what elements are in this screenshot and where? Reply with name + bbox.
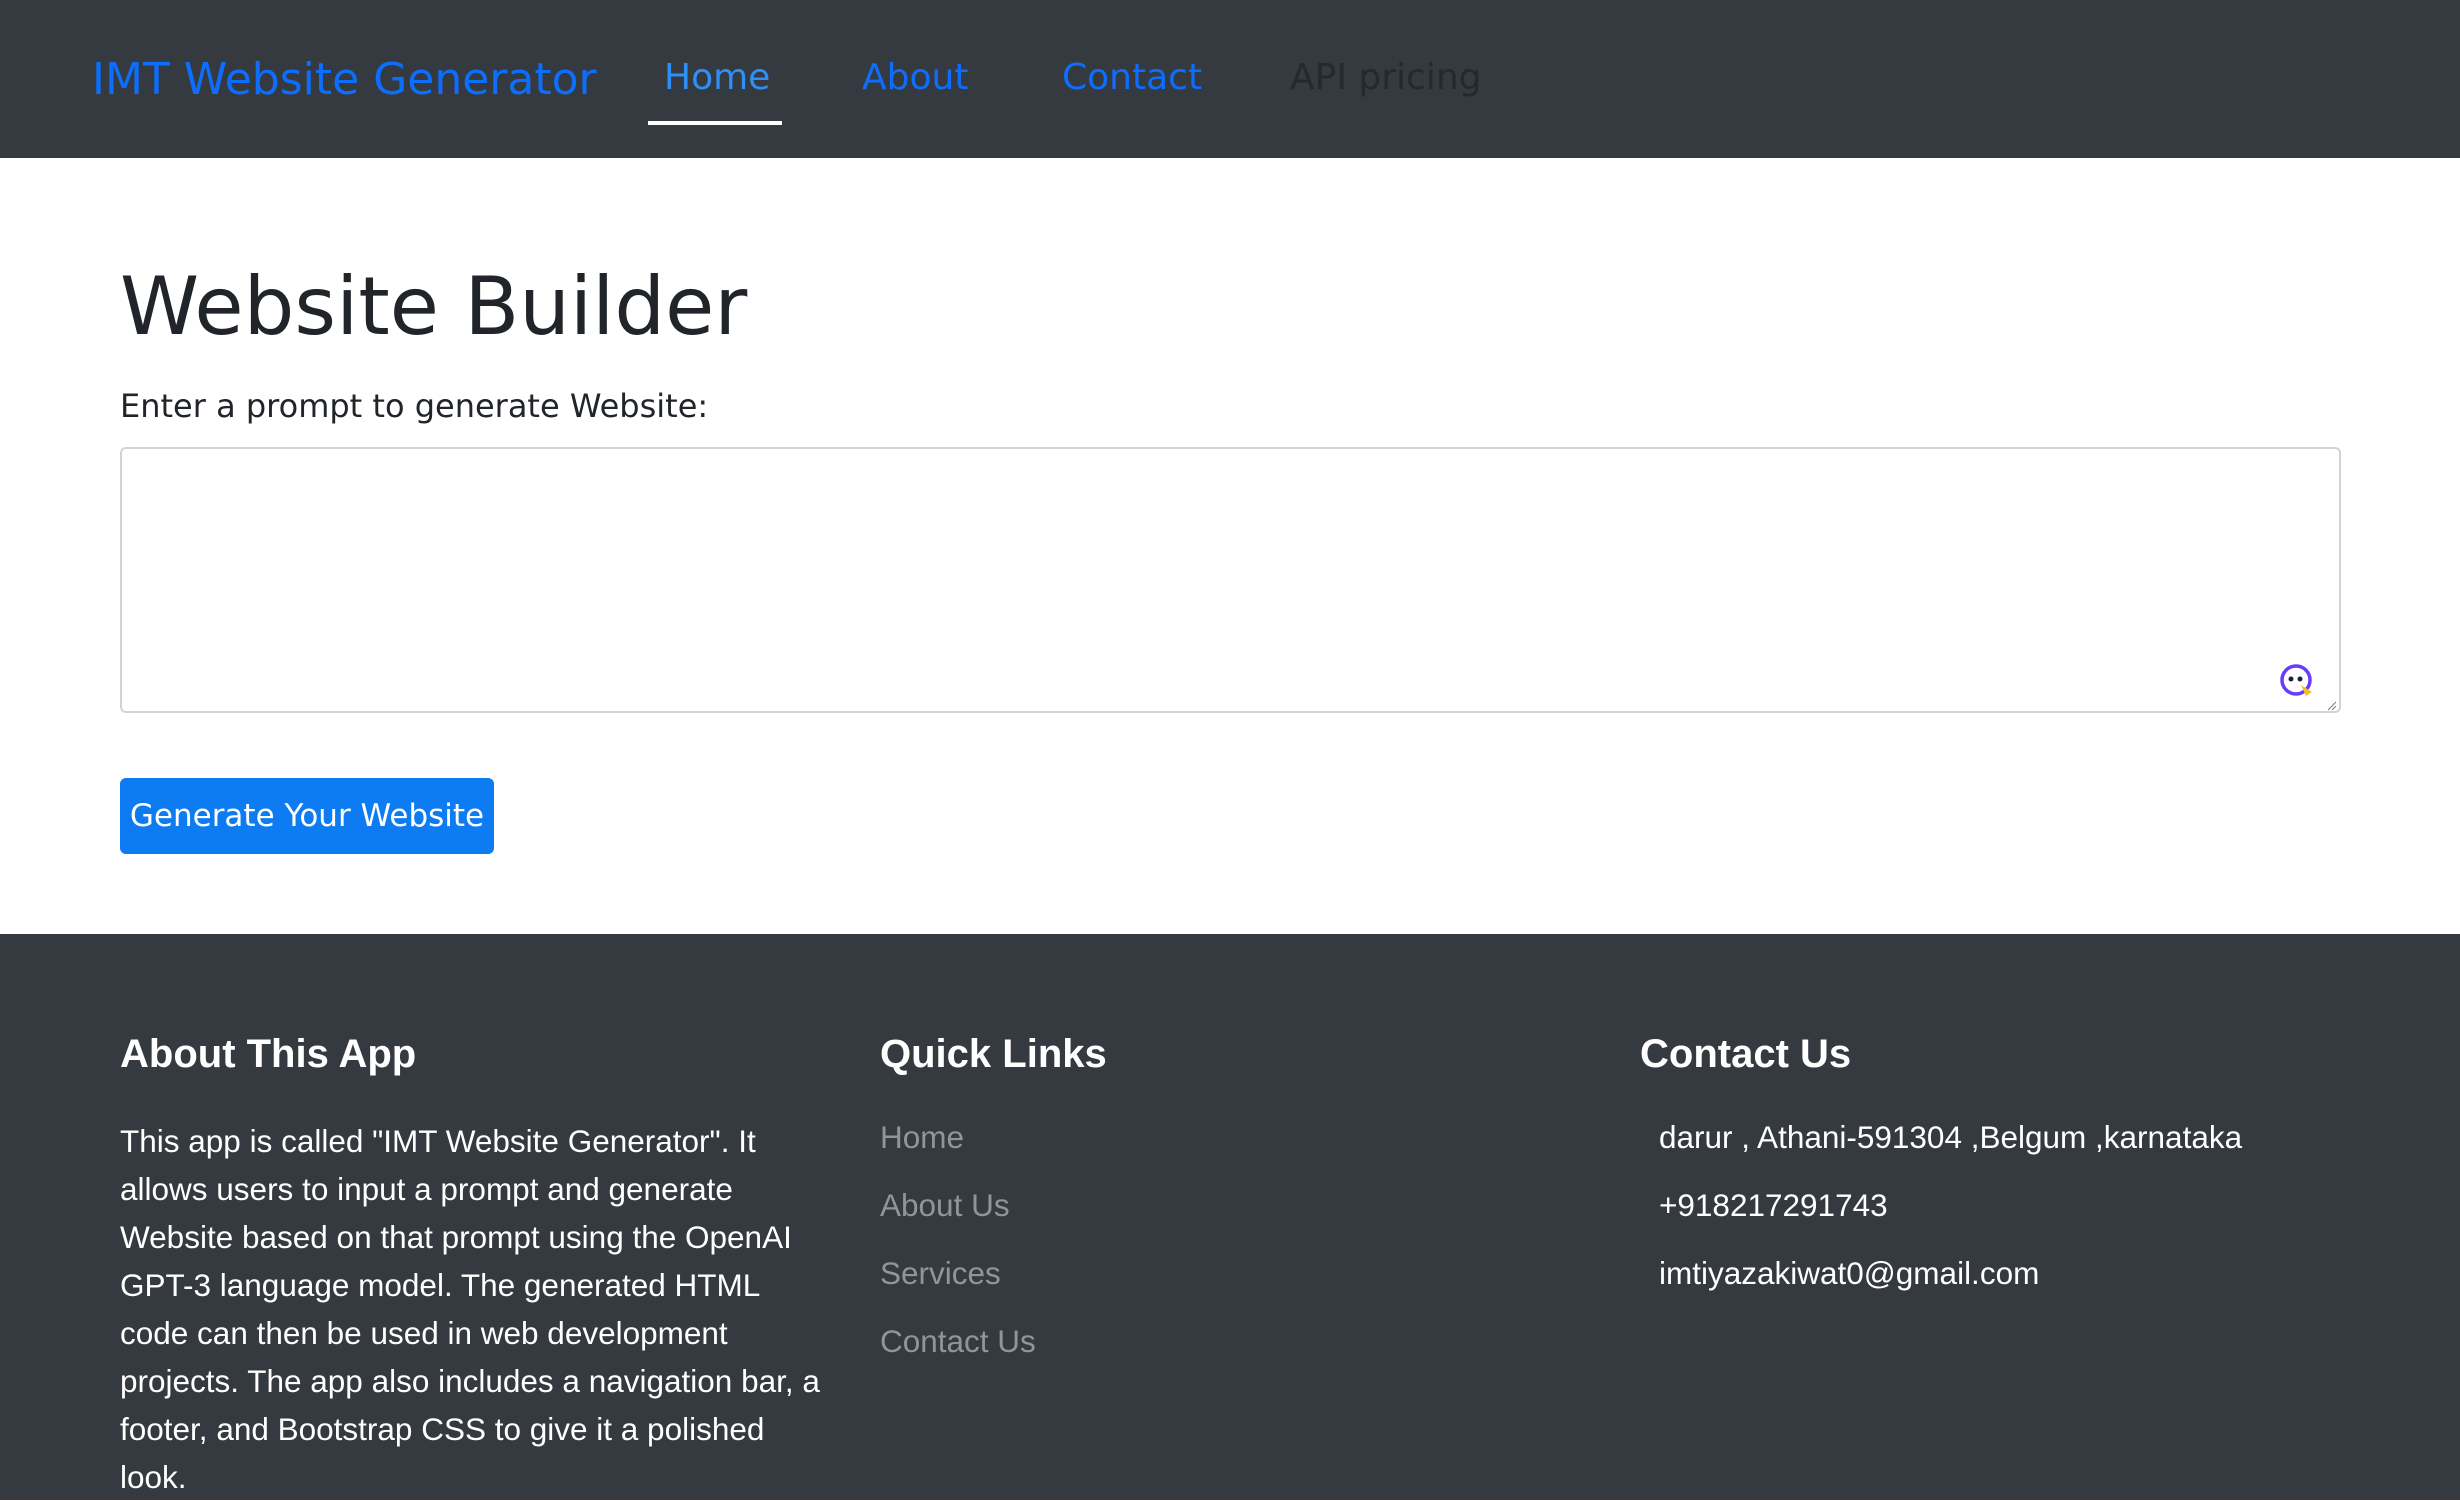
quick-links-heading: Quick Links bbox=[880, 1032, 1107, 1076]
contact-us-heading: Contact Us bbox=[1640, 1032, 1852, 1076]
page-title: Website Builder bbox=[120, 260, 748, 353]
contact-email: imtiyazakiwat0@gmail.com bbox=[1659, 1255, 2040, 1291]
footer: About This App This app is called "IMT W… bbox=[0, 934, 2460, 1500]
resize-handle-icon[interactable] bbox=[2327, 698, 2337, 711]
quick-link-item: Home bbox=[880, 1115, 1036, 1183]
quick-link-contact-us[interactable]: Contact Us bbox=[880, 1323, 1036, 1359]
nav-link-home[interactable]: Home bbox=[664, 52, 770, 104]
generate-website-button[interactable]: Generate Your Website bbox=[120, 778, 494, 854]
about-app-text: This app is called "IMT Website Generato… bbox=[120, 1123, 820, 1495]
active-nav-indicator bbox=[648, 121, 782, 125]
contact-phone: +918217291743 bbox=[1659, 1187, 1888, 1223]
quick-link-item: Contact Us bbox=[880, 1319, 1036, 1387]
quick-link-item: Services bbox=[880, 1251, 1036, 1319]
main-content: Website Builder Enter a prompt to genera… bbox=[0, 158, 2460, 934]
quick-link-services[interactable]: Services bbox=[880, 1255, 1001, 1291]
about-app-heading: About This App bbox=[120, 1032, 417, 1076]
quick-links-list: Home About Us Services Contact Us bbox=[880, 1115, 1036, 1387]
contact-address: darur , Athani-591304 ,Belgum ,karnataka bbox=[1659, 1119, 2243, 1155]
quick-link-item: About Us bbox=[880, 1183, 1036, 1251]
nav-link-contact[interactable]: Contact bbox=[1062, 52, 1202, 104]
nav-link-about[interactable]: About bbox=[862, 52, 968, 104]
nav-link-api-pricing[interactable]: API pricing bbox=[1290, 52, 1482, 104]
prompt-input[interactable] bbox=[120, 447, 2341, 713]
contact-list: darur , Athani-591304 ,Belgum ,karnataka… bbox=[1659, 1115, 2242, 1319]
quick-link-about-us[interactable]: About Us bbox=[880, 1187, 1010, 1223]
prompt-label: Enter a prompt to generate Website: bbox=[120, 387, 709, 425]
assistant-face-icon[interactable] bbox=[2279, 663, 2315, 699]
quick-link-home[interactable]: Home bbox=[880, 1119, 964, 1155]
brand-logo-link[interactable]: IMT Website Generator bbox=[92, 50, 597, 110]
navbar: IMT Website Generator Home About Contact… bbox=[0, 0, 2460, 158]
